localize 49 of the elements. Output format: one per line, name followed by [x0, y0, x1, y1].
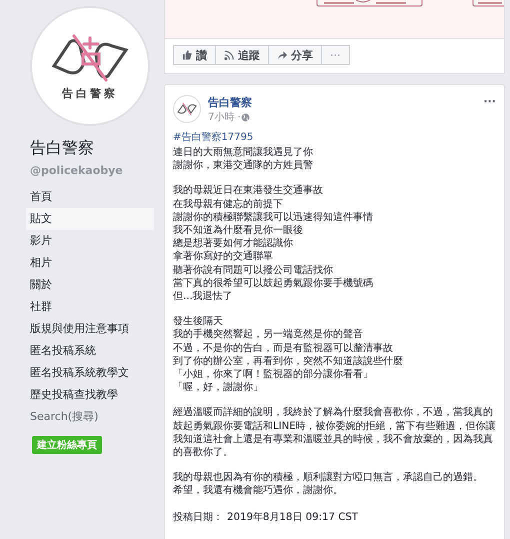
sidebar-item[interactable]: Search(搜尋): [26, 406, 154, 428]
author-name[interactable]: 告白警察: [208, 95, 476, 110]
post-text-line: 但...我退怯了: [173, 290, 234, 304]
hashtag-link[interactable]: #告白警察17795: [173, 130, 254, 144]
sidebar-item[interactable]: 社群: [26, 296, 154, 318]
page-handle: @policekaobye: [30, 164, 123, 177]
post-text-line: 「喔，好，謝謝你」: [173, 381, 264, 394]
sidebar-item[interactable]: 貼文: [26, 208, 154, 230]
sidebar-item[interactable]: 匿名投稿系統: [26, 340, 154, 362]
sidebar-item[interactable]: 相片: [26, 252, 154, 274]
posted-date-label: 投稿日期：: [173, 510, 223, 524]
sidebar-item[interactable]: 關於: [26, 274, 154, 296]
sidebar-item[interactable]: 影片: [26, 230, 154, 252]
post-text-line: 不過，不是你的告白，而是有監視器可以釐清事故: [173, 342, 394, 355]
post-text-line: 希望，我還有機會能巧遇你，謝謝你。: [173, 484, 344, 498]
post-text-line: 我的母親也因為有你的積極，順利讓對方啞口無言，承認自己的過錯。: [173, 471, 484, 484]
post-text-line: 發生後隔天: [173, 315, 224, 328]
post-text-line: 謝謝你的積極聯繫讓我可以迅速得知這件事情: [173, 210, 374, 224]
sidebar-item[interactable]: 版規與使用注意事項: [26, 318, 154, 340]
more-options-button[interactable]: ···: [483, 95, 496, 108]
logo-text: 告白警察: [62, 86, 118, 100]
arrow-icon: [277, 49, 288, 61]
post-text-line: 我不知道為什麼看見你一眼後: [173, 224, 304, 238]
rss-icon: [224, 49, 235, 61]
author-avatar[interactable]: [173, 95, 201, 123]
like-button[interactable]: 讚: [173, 45, 216, 65]
post-text-line: 總是想著要如何才能認識你: [173, 237, 294, 250]
post-text-line: 到了你的辦公室，再看到你，突然不知道該說些什麼: [173, 354, 404, 368]
post-text-line: 在我母親有健忘的前提下: [173, 198, 284, 211]
hands-heart-icon: [50, 32, 130, 84]
globe-icon: [240, 112, 250, 122]
post-text-line: 謝謝你，東港交通隊的方姓員警: [173, 159, 314, 172]
sidebar-item[interactable]: 匿名投稿系統教學文: [26, 362, 154, 384]
sidebar-item[interactable]: 歷史投稿查找教學: [26, 384, 154, 406]
post-text-line: 連日的大雨無意間讓我遇見了你: [173, 146, 314, 160]
posted-date: 2019年8月18日 09:17 CST: [227, 510, 358, 524]
page-name: 告白警察: [30, 138, 94, 159]
post-text-line: 拿著你寫好的交通聯單: [173, 250, 274, 264]
thumbs-up-icon: [182, 49, 193, 61]
post-text-line: 聽著你說有問題可以撥公司電話找你: [173, 264, 334, 277]
share-button[interactable]: 分享: [268, 45, 322, 65]
post-text-line: 我的手機突然響起，另一端竟然是你的聲音: [173, 328, 364, 342]
follow-button[interactable]: 追蹤: [215, 45, 269, 65]
post-text-line: 經過溫暖而詳細的說明，我終於了解為什麼我會喜歡你，不過，當我真的鼓起勇氣跟你要電話和LINE時，被你委婉的拒絕，當下有些難過，但你讓我知道這社會上還是有專業和溫暖並具的時候，我不會放棄的，因為我真的喜歡你了。: [173, 406, 496, 460]
sidebar-item[interactable]: 首頁: [26, 186, 154, 208]
cover-drawing: [472, 0, 504, 7]
post-text-line: 我的母親近日在東港發生交通事故: [173, 184, 324, 198]
post-text-line: 「小姐，你來了啊！監視器的部分讓你看看」: [173, 368, 374, 382]
post-text-line: 當下真的很希望可以鼓起勇氣跟你要手機號碼: [173, 276, 374, 290]
